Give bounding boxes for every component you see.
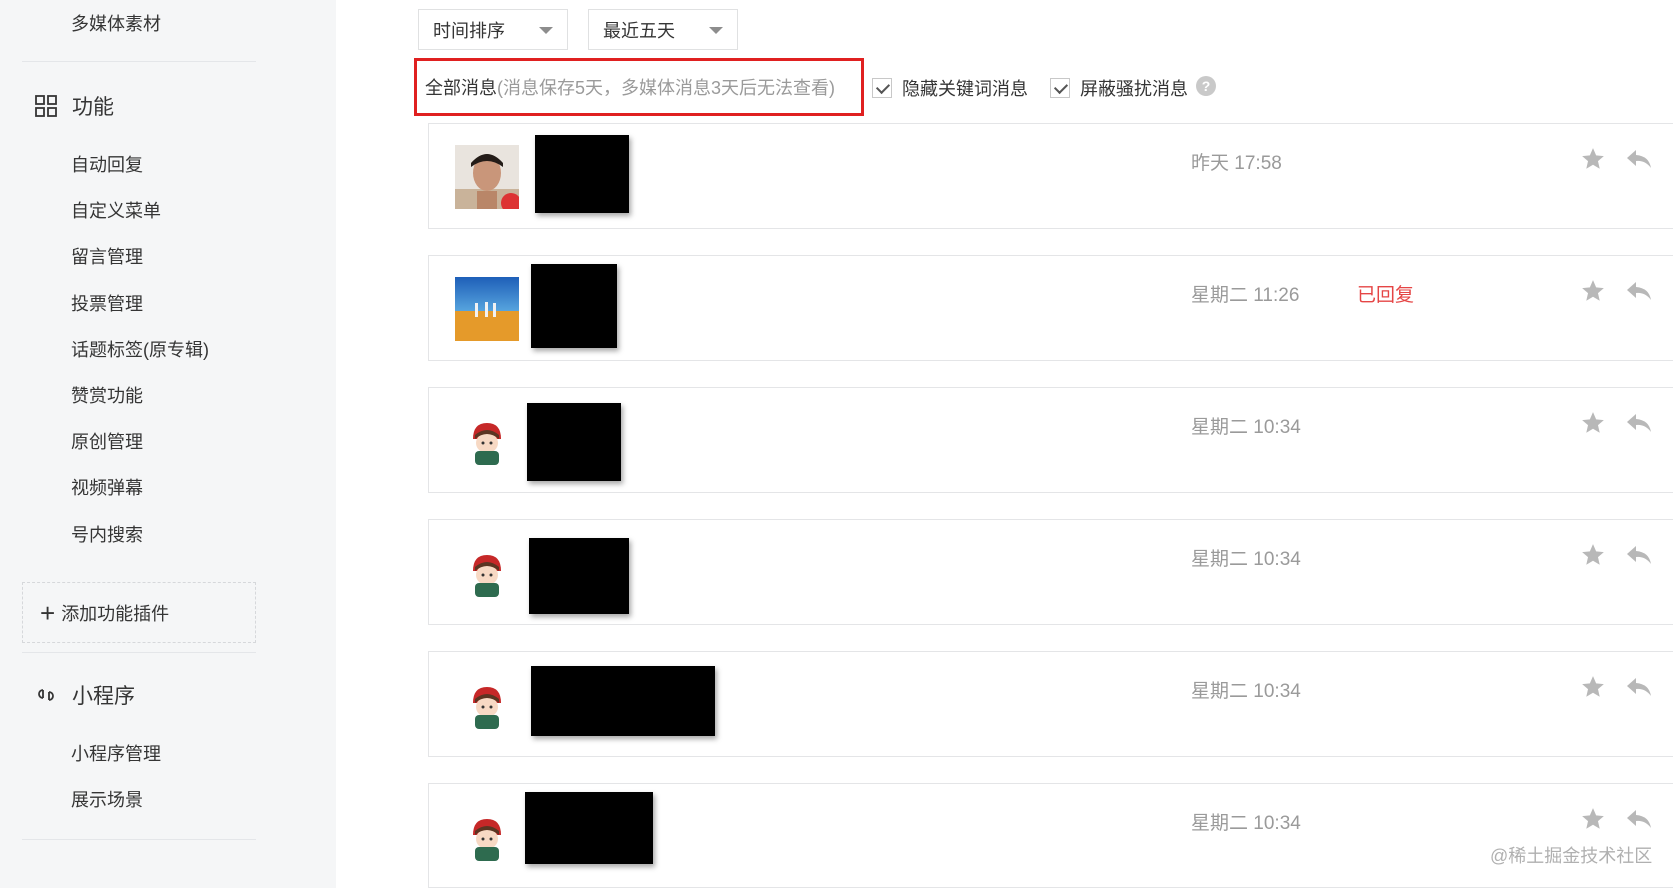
- grid-icon: [35, 95, 57, 117]
- replied-status: 已回复: [1357, 285, 1415, 306]
- sidebar-item-search[interactable]: 号内搜索: [71, 521, 143, 547]
- range-select[interactable]: 最近五天: [588, 9, 738, 50]
- message-content-redacted: [525, 792, 653, 864]
- message-content-redacted: [527, 403, 621, 481]
- star-icon[interactable]: [1580, 146, 1606, 172]
- add-plugin-button[interactable]: + 添加功能插件: [22, 582, 256, 643]
- sort-select-value: 时间排序: [433, 20, 505, 41]
- main-panel: 时间排序 最近五天 全部消息 (消息保存5天，多媒体消息3天后无法查看) 隐藏关键…: [336, 0, 1673, 888]
- sidebar-section-features: 功能: [34, 91, 114, 121]
- cartoon-avatar[interactable]: [455, 541, 519, 605]
- message-time: 星期二 10:34: [1191, 681, 1301, 702]
- message-item[interactable]: 星期二 11:26 已回复: [428, 255, 1673, 361]
- sidebar-item-votes[interactable]: 投票管理: [71, 290, 143, 316]
- sidebar-divider: [22, 61, 256, 62]
- question-icon[interactable]: ?: [1196, 76, 1216, 96]
- message-time: 星期二 10:34: [1191, 549, 1301, 570]
- sidebar-section-title: 小程序: [72, 685, 135, 708]
- sidebar-item-media-library[interactable]: 多媒体素材: [71, 10, 161, 36]
- retention-note: (消息保存5天，多媒体消息3天后无法查看): [497, 78, 836, 98]
- message-time: 星期二 11:26: [1191, 285, 1300, 306]
- sidebar-item-auto-reply[interactable]: 自动回复: [71, 151, 143, 177]
- sidebar-divider: [22, 839, 256, 840]
- link-icon: [38, 689, 54, 701]
- reply-icon[interactable]: [1625, 148, 1653, 170]
- checkbox-checked-icon: [1050, 78, 1070, 98]
- sidebar-item-custom-menu[interactable]: 自定义菜单: [71, 197, 161, 223]
- checkbox-checked-icon: [872, 78, 892, 98]
- sidebar-section-miniprogram: 小程序: [34, 680, 135, 710]
- all-messages-label: 全部消息: [425, 78, 497, 98]
- all-messages-tab[interactable]: 全部消息 (消息保存5天，多媒体消息3天后无法查看): [414, 58, 864, 116]
- range-select-value: 最近五天: [603, 20, 675, 41]
- sidebar-divider: [22, 652, 256, 653]
- message-time: 星期二 10:34: [1191, 417, 1301, 438]
- message-item[interactable]: 星期二 10:34: [428, 387, 1673, 493]
- sidebar: 多媒体素材 功能 自动回复 自定义菜单 留言管理 投票管理 话题标签(原专辑) …: [0, 0, 336, 888]
- sidebar-item-danmaku[interactable]: 视频弹幕: [71, 474, 143, 500]
- message-time: 昨天 17:58: [1191, 153, 1282, 174]
- cartoon-avatar[interactable]: [455, 409, 519, 473]
- message-item[interactable]: 星期二 10:34: [428, 783, 1673, 888]
- desert-avatar[interactable]: [455, 277, 519, 341]
- watermark: @稀土掘金技术社区: [1490, 846, 1653, 866]
- message-content-redacted: [529, 538, 629, 614]
- hide-keyword-checkbox[interactable]: 隐藏关键词消息: [872, 75, 1028, 101]
- hide-keyword-label: 隐藏关键词消息: [902, 79, 1028, 99]
- cartoon-avatar[interactable]: [455, 805, 519, 869]
- plus-icon: +: [40, 597, 56, 628]
- star-icon[interactable]: [1580, 542, 1606, 568]
- cartoon-avatar[interactable]: [455, 673, 519, 737]
- reply-icon[interactable]: [1625, 676, 1653, 698]
- sidebar-item-rewards[interactable]: 赞赏功能: [71, 382, 143, 408]
- message-item[interactable]: 星期二 10:34: [428, 519, 1673, 625]
- star-icon[interactable]: [1580, 278, 1606, 304]
- message-item[interactable]: 星期二 10:34: [428, 651, 1673, 757]
- message-content-redacted: [531, 264, 617, 348]
- message-item[interactable]: 昨天 17:58: [428, 123, 1673, 229]
- filter-row: 全部消息 (消息保存5天，多媒体消息3天后无法查看) 隐藏关键词消息 屏蔽骚扰消息…: [336, 58, 1336, 116]
- sidebar-item-original[interactable]: 原创管理: [71, 428, 143, 454]
- star-icon[interactable]: [1580, 806, 1606, 832]
- block-spam-checkbox[interactable]: 屏蔽骚扰消息: [1050, 75, 1188, 101]
- sidebar-item-display-scene[interactable]: 展示场景: [71, 786, 143, 812]
- reply-icon[interactable]: [1625, 280, 1653, 302]
- reply-icon[interactable]: [1625, 412, 1653, 434]
- chevron-down-icon: [709, 27, 723, 34]
- add-plugin-label: 添加功能插件: [61, 603, 170, 624]
- sort-select[interactable]: 时间排序: [418, 9, 568, 50]
- sidebar-item-comments[interactable]: 留言管理: [71, 243, 143, 269]
- message-time: 星期二 10:34: [1191, 813, 1301, 834]
- message-content-redacted: [531, 666, 715, 736]
- block-spam-label: 屏蔽骚扰消息: [1080, 79, 1188, 99]
- chevron-down-icon: [539, 27, 553, 34]
- sidebar-item-miniprogram-manage[interactable]: 小程序管理: [71, 740, 161, 766]
- message-content-redacted: [535, 135, 629, 213]
- star-icon[interactable]: [1580, 674, 1606, 700]
- reply-icon[interactable]: [1625, 808, 1653, 830]
- reply-icon[interactable]: [1625, 544, 1653, 566]
- sidebar-item-topics[interactable]: 话题标签(原专辑): [71, 336, 209, 362]
- portrait-avatar[interactable]: [455, 145, 519, 209]
- sidebar-section-title: 功能: [72, 96, 114, 119]
- star-icon[interactable]: [1580, 410, 1606, 436]
